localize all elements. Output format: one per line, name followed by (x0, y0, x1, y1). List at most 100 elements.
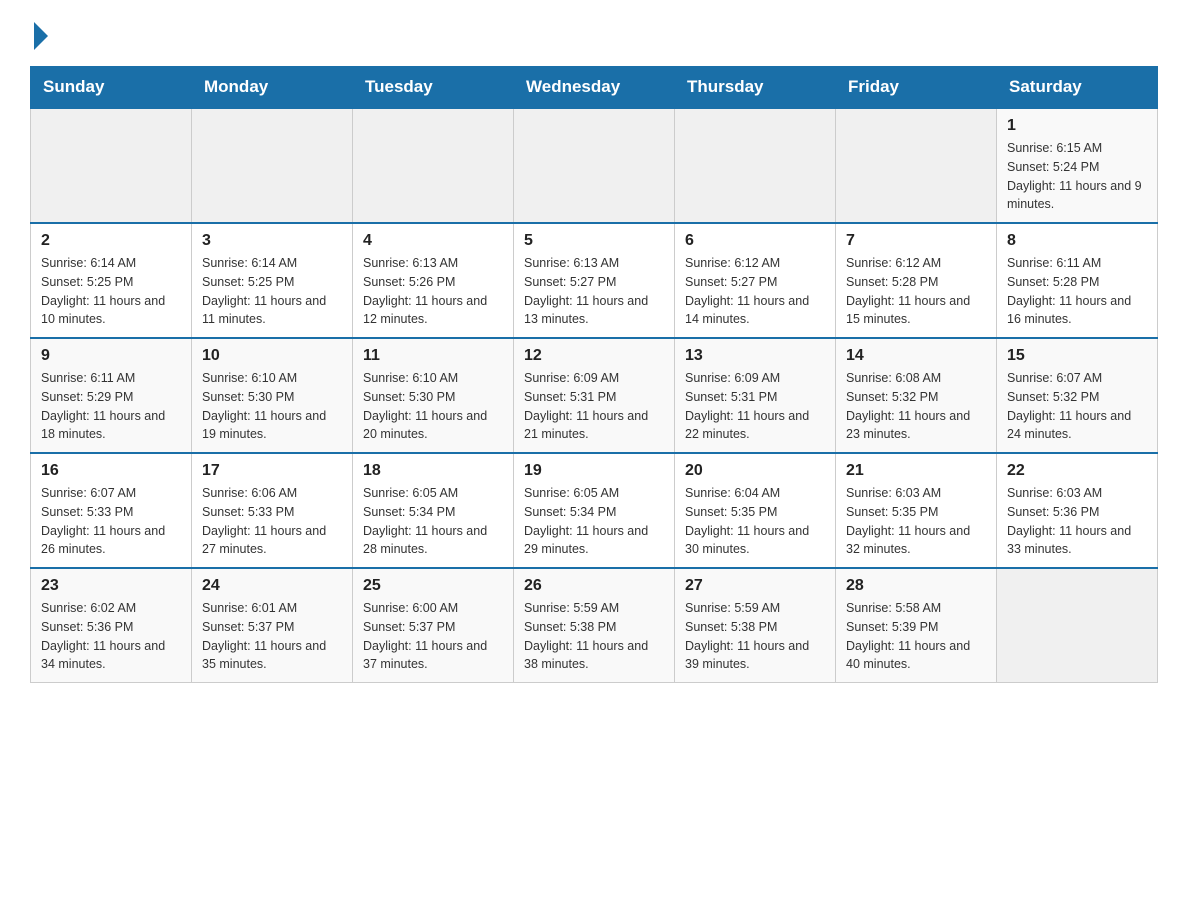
day-number: 13 (685, 347, 825, 365)
calendar-cell: 16 Sunrise: 6:07 AM Sunset: 5:33 PM Dayli… (31, 453, 192, 568)
day-number: 14 (846, 347, 986, 365)
calendar-cell (514, 108, 675, 223)
calendar-week-row: 9Sunrise: 6:11 AM Sunset: 5:29 PM Daylig… (31, 338, 1158, 453)
day-of-week-sunday: Sunday (31, 67, 192, 109)
calendar-cell: 14 Sunrise: 6:08 AM Sunset: 5:32 PM Dayli… (836, 338, 997, 453)
day-number: 2 (41, 232, 181, 250)
calendar-week-row: 16 Sunrise: 6:07 AM Sunset: 5:33 PM Dayli… (31, 453, 1158, 568)
day-number: 24 (202, 577, 342, 595)
day-number: 16 (41, 462, 181, 480)
page-header (30, 20, 1158, 46)
day-number: 28 (846, 577, 986, 595)
day-number: 20 (685, 462, 825, 480)
day-info: Sunrise: 6:02 AM Sunset: 5:36 PM Dayligh… (41, 599, 181, 674)
calendar-cell: 10 Sunrise: 6:10 AM Sunset: 5:30 PM Dayli… (192, 338, 353, 453)
day-info: Sunrise: 6:13 AM Sunset: 5:27 PM Dayligh… (524, 254, 664, 329)
day-info: Sunrise: 6:15 AM Sunset: 5:24 PM Dayligh… (1007, 139, 1147, 214)
day-info: Sunrise: 6:12 AM Sunset: 5:28 PM Dayligh… (846, 254, 986, 329)
day-info: Sunrise: 6:05 AM Sunset: 5:34 PM Dayligh… (524, 484, 664, 559)
calendar-table: SundayMondayTuesdayWednesdayThursdayFrid… (30, 66, 1158, 683)
calendar-cell: 5 Sunrise: 6:13 AM Sunset: 5:27 PM Daylig… (514, 223, 675, 338)
calendar-cell: 11 Sunrise: 6:10 AM Sunset: 5:30 PM Dayli… (353, 338, 514, 453)
calendar-cell: 21 Sunrise: 6:03 AM Sunset: 5:35 PM Dayli… (836, 453, 997, 568)
day-info: Sunrise: 6:09 AM Sunset: 5:31 PM Dayligh… (685, 369, 825, 444)
day-info: Sunrise: 6:07 AM Sunset: 5:32 PM Dayligh… (1007, 369, 1147, 444)
day-number: 25 (363, 577, 503, 595)
calendar-cell: 2 Sunrise: 6:14 AM Sunset: 5:25 PM Daylig… (31, 223, 192, 338)
calendar-cell: 17 Sunrise: 6:06 AM Sunset: 5:33 PM Dayli… (192, 453, 353, 568)
calendar-cell: 8 Sunrise: 6:11 AM Sunset: 5:28 PM Daylig… (997, 223, 1158, 338)
calendar-cell: 9Sunrise: 6:11 AM Sunset: 5:29 PM Daylig… (31, 338, 192, 453)
day-info: Sunrise: 6:07 AM Sunset: 5:33 PM Dayligh… (41, 484, 181, 559)
calendar-cell: 22Sunrise: 6:03 AM Sunset: 5:36 PM Dayli… (997, 453, 1158, 568)
day-info: Sunrise: 6:11 AM Sunset: 5:28 PM Dayligh… (1007, 254, 1147, 329)
day-info: Sunrise: 6:01 AM Sunset: 5:37 PM Dayligh… (202, 599, 342, 674)
calendar-cell: 20 Sunrise: 6:04 AM Sunset: 5:35 PM Dayli… (675, 453, 836, 568)
calendar-cell: 26 Sunrise: 5:59 AM Sunset: 5:38 PM Dayli… (514, 568, 675, 683)
calendar-cell (31, 108, 192, 223)
calendar-cell: 3Sunrise: 6:14 AM Sunset: 5:25 PM Daylig… (192, 223, 353, 338)
day-number: 10 (202, 347, 342, 365)
day-of-week-wednesday: Wednesday (514, 67, 675, 109)
calendar-cell: 7 Sunrise: 6:12 AM Sunset: 5:28 PM Daylig… (836, 223, 997, 338)
calendar-cell: 1 Sunrise: 6:15 AM Sunset: 5:24 PM Daylig… (997, 108, 1158, 223)
day-number: 9 (41, 347, 181, 365)
day-of-week-friday: Friday (836, 67, 997, 109)
day-number: 22 (1007, 462, 1147, 480)
day-number: 19 (524, 462, 664, 480)
calendar-week-row: 2 Sunrise: 6:14 AM Sunset: 5:25 PM Daylig… (31, 223, 1158, 338)
day-number: 26 (524, 577, 664, 595)
day-of-week-tuesday: Tuesday (353, 67, 514, 109)
day-number: 8 (1007, 232, 1147, 250)
day-number: 17 (202, 462, 342, 480)
day-number: 4 (363, 232, 503, 250)
day-number: 11 (363, 347, 503, 365)
day-number: 12 (524, 347, 664, 365)
day-number: 3 (202, 232, 342, 250)
calendar-week-row: 1 Sunrise: 6:15 AM Sunset: 5:24 PM Daylig… (31, 108, 1158, 223)
day-info: Sunrise: 6:10 AM Sunset: 5:30 PM Dayligh… (363, 369, 503, 444)
calendar-cell: 27 Sunrise: 5:59 AM Sunset: 5:38 PM Dayli… (675, 568, 836, 683)
calendar-cell: 12 Sunrise: 6:09 AM Sunset: 5:31 PM Dayli… (514, 338, 675, 453)
calendar-cell: 13 Sunrise: 6:09 AM Sunset: 5:31 PM Dayli… (675, 338, 836, 453)
day-info: Sunrise: 6:09 AM Sunset: 5:31 PM Dayligh… (524, 369, 664, 444)
logo (30, 20, 48, 46)
day-info: Sunrise: 6:06 AM Sunset: 5:33 PM Dayligh… (202, 484, 342, 559)
calendar-week-row: 23 Sunrise: 6:02 AM Sunset: 5:36 PM Dayli… (31, 568, 1158, 683)
calendar-cell: 25 Sunrise: 6:00 AM Sunset: 5:37 PM Dayli… (353, 568, 514, 683)
day-info: Sunrise: 6:12 AM Sunset: 5:27 PM Dayligh… (685, 254, 825, 329)
day-number: 15 (1007, 347, 1147, 365)
day-info: Sunrise: 6:05 AM Sunset: 5:34 PM Dayligh… (363, 484, 503, 559)
day-info: Sunrise: 6:14 AM Sunset: 5:25 PM Dayligh… (41, 254, 181, 329)
day-info: Sunrise: 5:59 AM Sunset: 5:38 PM Dayligh… (524, 599, 664, 674)
calendar-cell (192, 108, 353, 223)
day-info: Sunrise: 6:03 AM Sunset: 5:35 PM Dayligh… (846, 484, 986, 559)
day-number: 21 (846, 462, 986, 480)
calendar-cell: 24 Sunrise: 6:01 AM Sunset: 5:37 PM Dayli… (192, 568, 353, 683)
day-info: Sunrise: 6:00 AM Sunset: 5:37 PM Dayligh… (363, 599, 503, 674)
logo-arrow-icon (34, 22, 48, 50)
calendar-cell: 28 Sunrise: 5:58 AM Sunset: 5:39 PM Dayli… (836, 568, 997, 683)
day-info: Sunrise: 6:10 AM Sunset: 5:30 PM Dayligh… (202, 369, 342, 444)
day-of-week-monday: Monday (192, 67, 353, 109)
calendar-cell (353, 108, 514, 223)
day-number: 1 (1007, 117, 1147, 135)
day-number: 5 (524, 232, 664, 250)
day-info: Sunrise: 6:13 AM Sunset: 5:26 PM Dayligh… (363, 254, 503, 329)
calendar-cell (997, 568, 1158, 683)
calendar-cell (675, 108, 836, 223)
day-number: 7 (846, 232, 986, 250)
day-number: 6 (685, 232, 825, 250)
calendar-cell: 23 Sunrise: 6:02 AM Sunset: 5:36 PM Dayli… (31, 568, 192, 683)
calendar-cell: 18Sunrise: 6:05 AM Sunset: 5:34 PM Dayli… (353, 453, 514, 568)
day-number: 27 (685, 577, 825, 595)
day-info: Sunrise: 6:04 AM Sunset: 5:35 PM Dayligh… (685, 484, 825, 559)
calendar-cell: 6 Sunrise: 6:12 AM Sunset: 5:27 PM Daylig… (675, 223, 836, 338)
day-info: Sunrise: 6:08 AM Sunset: 5:32 PM Dayligh… (846, 369, 986, 444)
day-of-week-saturday: Saturday (997, 67, 1158, 109)
calendar-header-row: SundayMondayTuesdayWednesdayThursdayFrid… (31, 67, 1158, 109)
day-info: Sunrise: 5:58 AM Sunset: 5:39 PM Dayligh… (846, 599, 986, 674)
day-info: Sunrise: 5:59 AM Sunset: 5:38 PM Dayligh… (685, 599, 825, 674)
calendar-cell: 4 Sunrise: 6:13 AM Sunset: 5:26 PM Daylig… (353, 223, 514, 338)
day-number: 23 (41, 577, 181, 595)
